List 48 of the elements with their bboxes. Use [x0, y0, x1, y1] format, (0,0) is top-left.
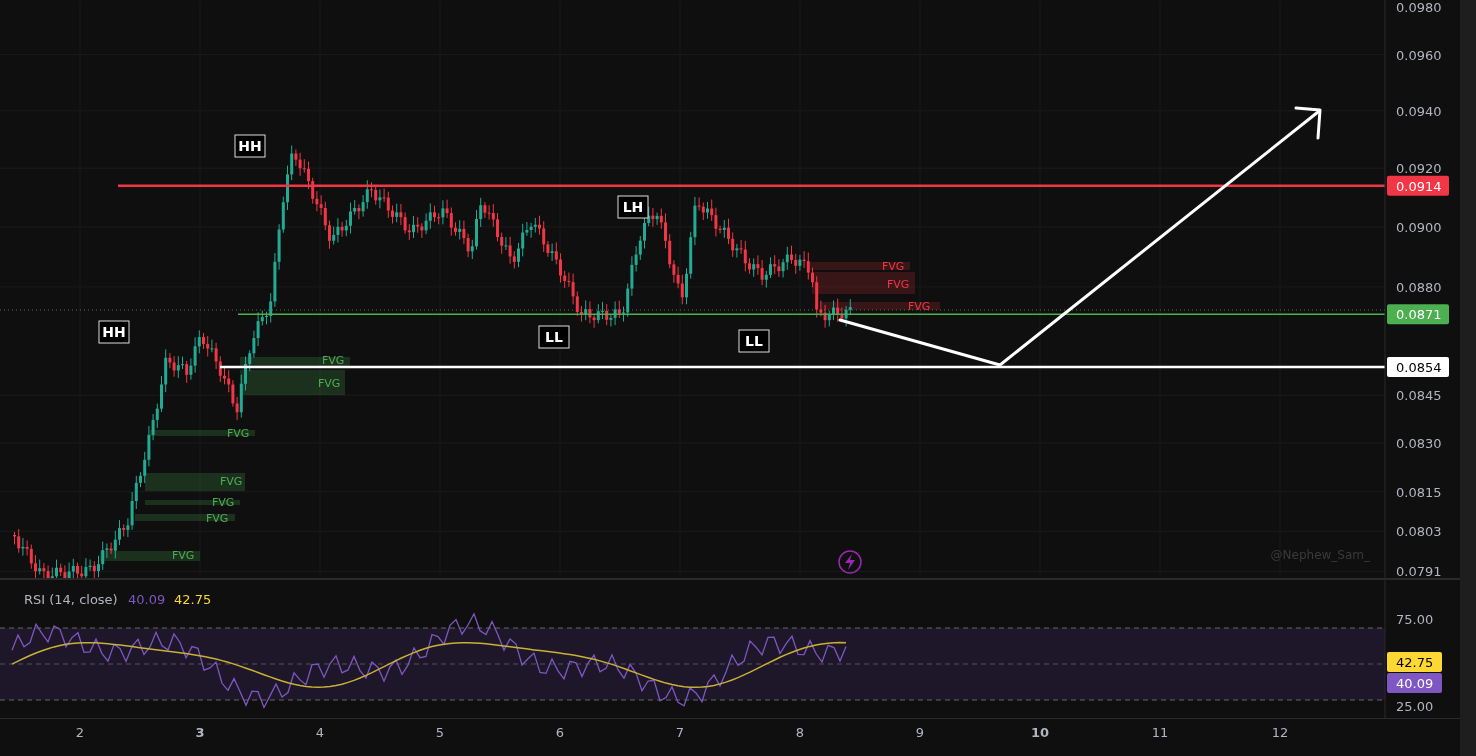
time-tick: 2: [75, 725, 85, 740]
time-tick: 12: [1271, 725, 1289, 740]
price-tick: 0.0845: [1396, 388, 1442, 404]
fvg-label: FVG: [882, 260, 905, 273]
price-tick: 0.0815: [1396, 484, 1442, 500]
fvg-label: FVG: [887, 278, 910, 291]
price-tick: 0.0960: [1396, 47, 1442, 63]
structure-label: LH: [617, 195, 649, 219]
price-badge: 0.0854: [1387, 356, 1449, 377]
fvg-label: FVG: [908, 300, 931, 313]
rsi-tick: 75.00: [1396, 612, 1434, 627]
structure-label: LL: [538, 325, 570, 349]
fvg-label: FVG: [172, 549, 195, 562]
price-tick: 0.0900: [1396, 219, 1442, 235]
fvg-label: FVG: [318, 377, 341, 390]
rsi-badge: 40.09: [1387, 673, 1442, 693]
rsi-tick: 25.00: [1396, 699, 1434, 714]
time-tick: 10: [1030, 725, 1050, 740]
price-tick: 0.0880: [1396, 279, 1442, 295]
price-tick: 0.0830: [1396, 436, 1442, 451]
fvg-label: FVG: [206, 512, 229, 525]
time-tick: 7: [675, 725, 685, 740]
time-tick: 8: [795, 725, 805, 740]
lightning-icon[interactable]: [838, 550, 862, 574]
price-tick: 0.0980: [1396, 0, 1442, 15]
structure-label: HH: [234, 134, 266, 158]
rsi-average-value: 42.75: [174, 592, 212, 607]
price-tick: 0.0940: [1396, 103, 1442, 119]
price-badge: 0.0871: [1387, 304, 1449, 325]
time-tick: 4: [315, 725, 325, 740]
price-tick: 0.0803: [1396, 524, 1442, 540]
price-tick: 0.0920: [1396, 161, 1442, 177]
structure-label: HH: [98, 320, 130, 344]
price-badge: 0.0914: [1387, 175, 1449, 196]
rsi-title: RSI (14, close): [24, 592, 118, 607]
fvg-label: FVG: [322, 354, 345, 367]
rsi-value: 40.09: [128, 592, 166, 607]
time-tick: 6: [555, 725, 565, 740]
time-tick: 5: [435, 725, 445, 740]
structure-label: LL: [738, 329, 770, 353]
fvg-label: FVG: [220, 475, 243, 488]
fvg-label: FVG: [212, 496, 235, 509]
rsi-badge: 42.75: [1387, 652, 1442, 672]
time-tick: 3: [195, 725, 205, 740]
fvg-label: FVG: [227, 427, 250, 440]
time-tick: 9: [915, 725, 925, 740]
time-tick: 11: [1151, 725, 1169, 740]
price-tick: 0.0791: [1396, 564, 1442, 580]
